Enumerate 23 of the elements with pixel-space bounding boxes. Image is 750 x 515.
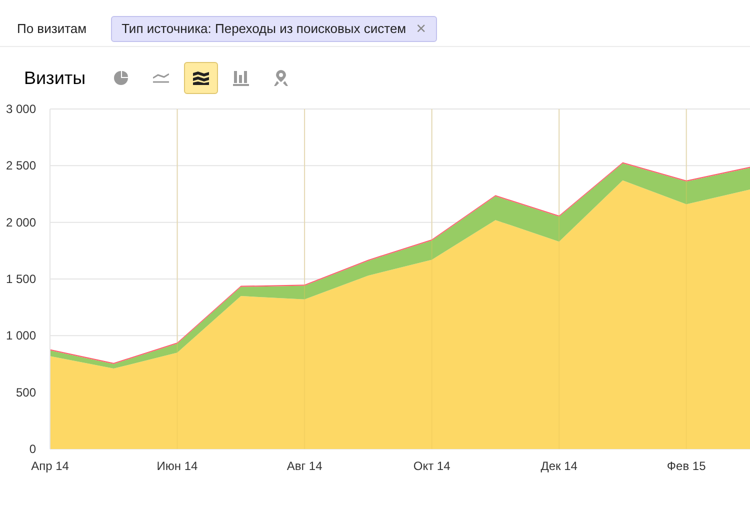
y-axis-label: 1 500 xyxy=(6,272,36,286)
y-axis-label: 0 xyxy=(29,442,36,456)
filter-chip[interactable]: Тип источника: Переходы из поисковых систем × xyxy=(110,16,438,42)
bar-chart-icon xyxy=(232,70,249,86)
x-axis-label: Фев 15 xyxy=(666,459,706,473)
chart-type-button[interactable] xyxy=(184,62,218,94)
x-axis-label: Дек 14 xyxy=(540,459,578,473)
x-axis-label: Окт 14 xyxy=(413,459,450,473)
pie-chart-icon xyxy=(114,71,128,85)
map-pin-icon xyxy=(274,70,288,86)
y-axis-label: 1 000 xyxy=(6,328,36,343)
line-chart-icon xyxy=(152,73,169,83)
stacked-area-icon xyxy=(192,71,209,85)
y-axis-label: 500 xyxy=(16,385,36,400)
chart-title: Визиты xyxy=(24,68,86,88)
filter-text: Тип источника: Переходы из поисковых систем xyxy=(122,21,406,36)
y-axis-label: 3 000 xyxy=(6,102,36,116)
filter-label: По визитам xyxy=(17,21,87,36)
x-axis-label: Апр 14 xyxy=(31,459,69,473)
y-axis-label: 2 000 xyxy=(6,215,36,230)
x-axis-label: Июн 14 xyxy=(156,459,198,473)
x-axis-label: Авг 14 xyxy=(286,459,322,473)
y-axis-label: 2 500 xyxy=(6,158,36,173)
